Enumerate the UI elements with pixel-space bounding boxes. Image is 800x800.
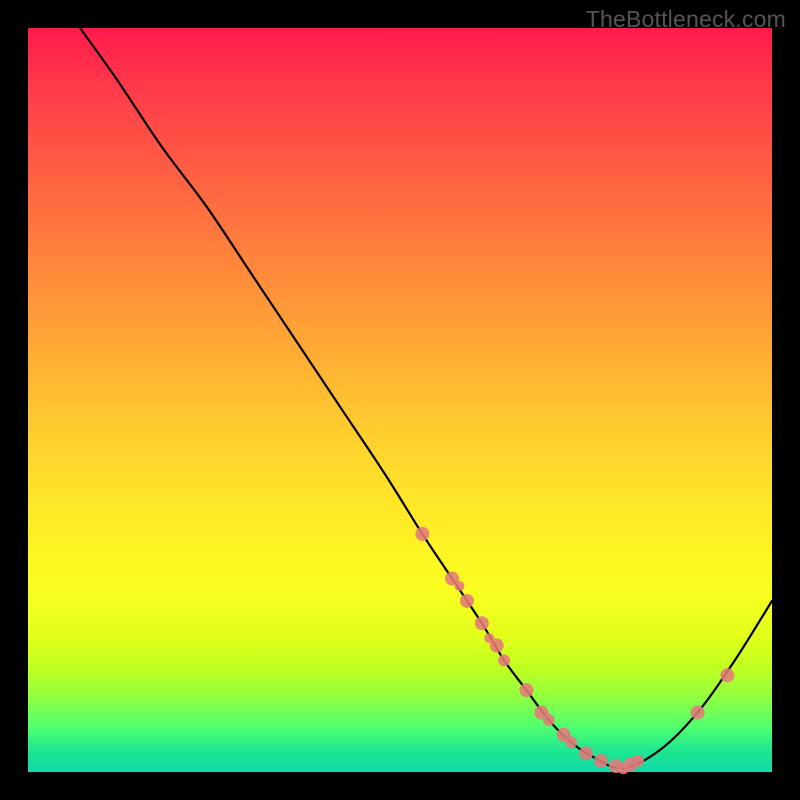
data-point	[565, 736, 577, 748]
data-point	[475, 616, 489, 630]
data-points-group	[415, 527, 734, 774]
data-point	[543, 714, 555, 726]
bottleneck-curve	[80, 28, 772, 768]
data-point	[490, 639, 504, 653]
data-point	[579, 746, 593, 760]
data-point	[460, 594, 474, 608]
data-point	[632, 755, 644, 767]
data-point	[519, 683, 533, 697]
data-point	[594, 754, 608, 768]
chart-overlay	[28, 28, 772, 772]
data-point	[498, 654, 510, 666]
data-point	[720, 668, 734, 682]
data-point	[415, 527, 429, 541]
data-point	[691, 705, 705, 719]
data-point	[455, 581, 465, 591]
